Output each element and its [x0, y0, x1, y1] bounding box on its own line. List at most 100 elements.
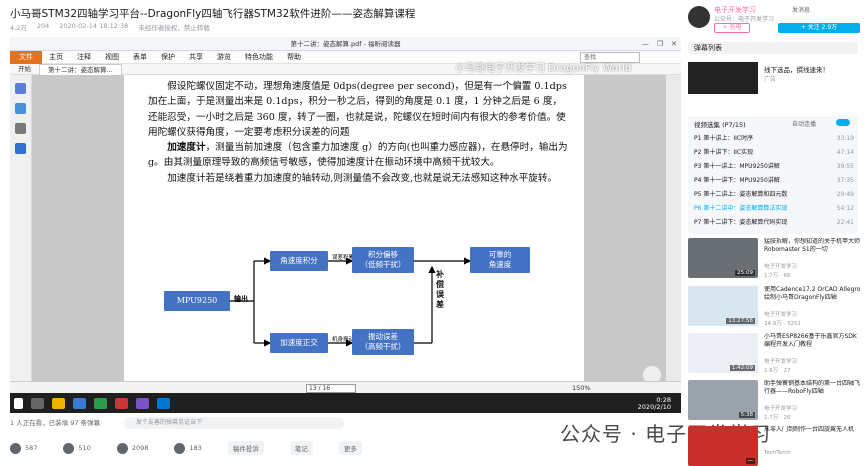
recommend-card[interactable]: 5:38 助手弹簧钢基本结构的第一台四轴飞行器——RoboFly四轴 电子开发学… [688, 380, 863, 426]
episode-list: 视频选集 (P7/15) 自动连播 P1 第十讲上：IIC时序 33:19 P2 … [688, 116, 858, 234]
favorite-count: 2098 [131, 444, 149, 452]
danmaku-input[interactable]: 发个友善的弹幕见证当下 [124, 417, 344, 429]
recommend-card[interactable]: 13:27:58 使用Cadence17.2 OrCAD Allegro绘制小马… [688, 286, 863, 332]
recommend-card[interactable]: 1:42:09 小马哥ESP8266基于乐鑫官方SDK编程开发入门教程 电子开发… [688, 333, 863, 379]
menu-help[interactable]: 帮助 [280, 52, 308, 62]
tab-start[interactable]: 开始 [10, 64, 39, 75]
page-indicator[interactable]: 13 / 16 [306, 384, 356, 393]
recommend-stats: 1.7万 · 66 [764, 273, 791, 279]
recommend-thumbnail: 1:42:09 [688, 333, 758, 373]
share-button[interactable]: 183 [174, 442, 202, 454]
send-message-link[interactable]: 发消息 [792, 5, 810, 14]
avatar[interactable] [688, 6, 710, 28]
layers-icon[interactable] [15, 123, 26, 134]
recommend-thumbnail: — [688, 426, 758, 466]
recommend-duration: 5:38 [738, 412, 755, 418]
tab-document[interactable]: 第十二讲：姿态解算... [39, 63, 122, 75]
maximize-icon[interactable]: ❐ [657, 37, 663, 51]
episode-item[interactable]: P5 第十二讲上：姿态解算和四元数 29:49 [694, 188, 854, 201]
error-accumulate-label: 误差积累 [332, 255, 355, 261]
episode-title: P3 第十一讲上：MPU9250讲解 [694, 163, 780, 170]
windows-taskbar: 0:28 2020/2/10 [10, 393, 681, 413]
report-chip[interactable]: 稿件投诉 [227, 441, 264, 455]
search-icon[interactable] [31, 397, 44, 409]
episode-item[interactable]: P2 第十讲下：IIC实现 47:14 [694, 146, 854, 159]
close-icon[interactable]: ✕ [671, 37, 677, 51]
menu-browse[interactable]: 游览 [210, 52, 238, 62]
recommend-thumbnail: 13:27:58 [688, 286, 758, 326]
episode-duration: 29:49 [836, 191, 854, 198]
publish-date: 2020-02-14 18:12:38 [59, 22, 129, 30]
coin-icon [63, 442, 75, 454]
recommend-duration: 25:09 [735, 270, 755, 276]
bookmark-icon[interactable] [15, 83, 26, 94]
recommend-card[interactable]: 25:09 猛肢拆解，你想知道的关于机甲大师Robomaster S1的一切 电… [688, 238, 863, 284]
menu-share[interactable]: 共享 [182, 52, 210, 62]
episode-title: P4 第十一讲下：MPU9250讲解 [694, 177, 780, 184]
paragraph-accel-text: ，测量当前加速度（包含重力加速度 g）的方向(也叫重力感应器)，在悬停时，输出为… [148, 142, 568, 169]
minimize-icon[interactable]: — [642, 37, 649, 51]
clock-date: 2020/2/10 [637, 403, 671, 411]
copyright-note: 未经作者授权，禁止转载 [138, 24, 210, 32]
menu-comment[interactable]: 注释 [70, 52, 98, 62]
recommend-up: 电子开发学习 [764, 264, 798, 270]
favorite-icon [116, 442, 128, 454]
compensate-label: 补偿误差 [436, 269, 444, 309]
recommend-up: 电子开发学习 [764, 312, 798, 318]
episode-title: P2 第十讲下：IIC实现 [694, 149, 754, 156]
note-chip[interactable]: 笔记 [289, 441, 313, 455]
pdf-window-title: 第十二讲：姿态解算.pdf - 福昕阅读器 [10, 37, 681, 51]
menu-form[interactable]: 表单 [126, 52, 154, 62]
episode-item-active[interactable]: P6 第十二讲中：姿态解算算法实现 54:12 [694, 202, 854, 215]
video-player[interactable]: 第十二讲：姿态解算.pdf - 福昕阅读器 — ❐ ✕ 文件 主页 注释 视图 … [10, 37, 681, 413]
bold-term: 加速度计 [167, 142, 206, 154]
favorite-button[interactable]: 2098 [116, 442, 149, 454]
follow-button[interactable]: + 关注 2.9万 [778, 23, 860, 33]
coin-button[interactable]: 510 [63, 442, 91, 454]
menu-features[interactable]: 特色功能 [238, 52, 280, 62]
like-button[interactable]: 587 [10, 442, 37, 454]
episode-duration: 33:19 [836, 135, 854, 142]
episode-item[interactable]: P4 第十一讲下：MPU9250讲解 37:35 [694, 174, 854, 187]
menu-file[interactable]: 文件 [10, 50, 42, 64]
ad-label: 广告 [764, 76, 777, 83]
document-area: 假设陀螺仪固定不动，理想角速度值是 0dps(degree per second… [32, 75, 666, 381]
video-title: 小马哥STM32四轴学习平台--DragonFly四轴飞行器STM32软件进阶—… [10, 8, 416, 20]
video-watermark: 小马哥电子开发学习 DragonFly World [455, 63, 632, 74]
recommend-title: 小马哥ESP8266基于乐鑫官方SDK编程开发入门教程 [764, 333, 857, 348]
menu-protect[interactable]: 保护 [154, 52, 182, 62]
recommend-stats: 34.9万 · 3251 [764, 321, 801, 327]
vertical-scrollbar[interactable] [666, 75, 681, 381]
browser-icon[interactable] [73, 397, 86, 409]
episode-item[interactable]: P1 第十讲上：IIC时序 33:19 [694, 132, 854, 145]
attachment-icon[interactable] [15, 143, 26, 154]
danmaku-list-toggle[interactable]: 弹幕列表 [688, 42, 858, 54]
ad-title: 线下选品，撰线速来！ [764, 66, 829, 74]
pages-icon[interactable] [15, 103, 26, 114]
menu-view[interactable]: 视图 [98, 52, 126, 62]
episode-duration: 47:14 [836, 149, 854, 156]
share-count: 183 [189, 444, 202, 452]
app-icon-2[interactable] [136, 397, 149, 409]
recommend-duration: 1:42:09 [729, 365, 755, 371]
episode-duration: 37:35 [836, 177, 854, 184]
folder-icon[interactable] [52, 397, 65, 409]
ad-thumbnail [688, 62, 758, 94]
recommend-card[interactable]: — 从零入门到制作一台四旋翼无人机 TechTorch [688, 426, 863, 466]
app-icon[interactable] [94, 397, 107, 409]
zoom-level[interactable]: 150% [572, 384, 591, 392]
episode-item[interactable]: P3 第十一讲上：MPU9250讲解 39:55 [694, 160, 854, 173]
charge-button[interactable]: + 充电 [714, 23, 750, 33]
more-chip[interactable]: 更多 [338, 441, 362, 455]
app-icon-3[interactable] [157, 397, 170, 409]
vibration-error-box: 振动误差 （高频干扰） [352, 329, 414, 355]
fusion-diagram: MPU9250 输出 角速度积分 误差积累 积分偏移 （低频干扰） 加速度正交 … [144, 243, 584, 373]
start-icon[interactable] [14, 397, 23, 409]
ad-card[interactable]: 线下选品，撰线速来！ 广告 [688, 62, 858, 94]
pdf-app-icon[interactable] [115, 397, 128, 409]
episode-item[interactable]: P7 第十二讲下：姿态解算代码实现 22:41 [694, 216, 854, 229]
menu-home[interactable]: 主页 [42, 52, 70, 62]
recommend-stats: 1.6万 · 27 [764, 368, 791, 374]
recommend-up: 电子开发学习 [764, 359, 798, 365]
autoplay-toggle[interactable] [836, 119, 850, 126]
